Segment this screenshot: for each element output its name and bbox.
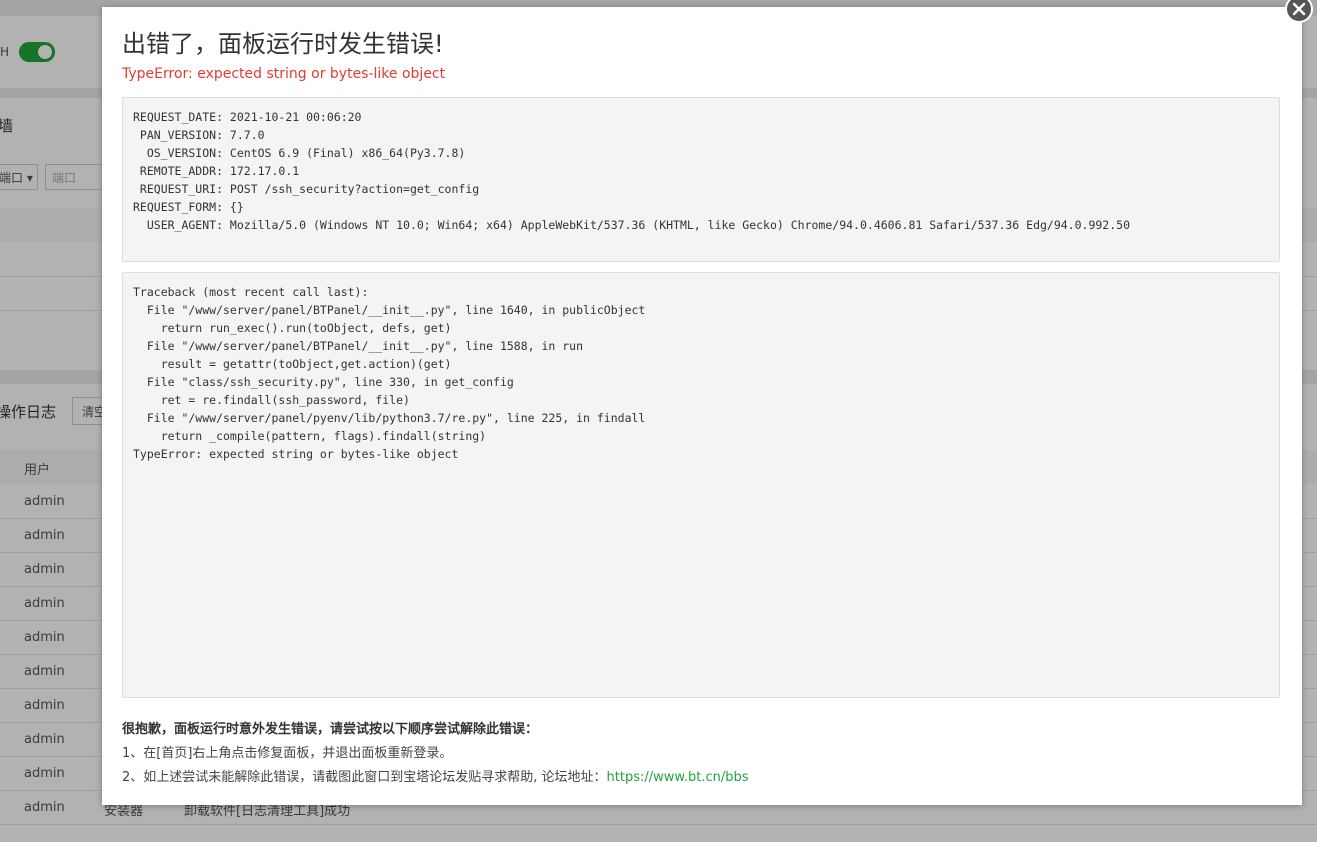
modal-title: 出错了，面板运行时发生错误! bbox=[122, 30, 444, 58]
traceback-line: return _compile(pattern, flags).findall(… bbox=[133, 429, 487, 443]
traceback-line: File "/www/server/panel/BTPanel/__init__… bbox=[133, 339, 584, 353]
error-modal: 出错了，面板运行时发生错误! TypeError: expected strin… bbox=[102, 7, 1302, 805]
traceback-line: TypeError: expected string or bytes-like… bbox=[133, 447, 459, 461]
request-info-line: REQUEST_DATE: 2021-10-21 00:06:20 bbox=[133, 110, 362, 124]
traceback-line: return run_exec().run(toObject, defs, ge… bbox=[133, 321, 452, 335]
request-info-line: OS_VERSION: CentOS 6.9 (Final) x86_64(Py… bbox=[133, 146, 466, 160]
help-step-2: 2、如上述尝试未能解除此错误，请截图此窗口到宝塔论坛发贴寻求帮助, 论坛地址：h… bbox=[122, 766, 749, 785]
error-message: TypeError: expected string or bytes-like… bbox=[122, 66, 446, 82]
request-info-line: USER_AGENT: Mozilla/5.0 (Windows NT 10.0… bbox=[133, 218, 1130, 232]
help-step-1: 1、在[首页]右上角点击修复面板，并退出面板重新登录。 bbox=[122, 746, 453, 761]
traceback-box: Traceback (most recent call last): File … bbox=[122, 272, 1280, 698]
traceback-line: result = getattr(toObject,get.action)(ge… bbox=[133, 357, 452, 371]
help-step-2-text: 2、如上述尝试未能解除此错误，请截图此窗口到宝塔论坛发贴寻求帮助, 论坛地址： bbox=[122, 770, 607, 785]
traceback-line: ret = re.findall(ssh_password, file) bbox=[133, 393, 410, 407]
request-info-line: REQUEST_URI: POST /ssh_security?action=g… bbox=[133, 182, 480, 196]
traceback-line: File "/www/server/panel/BTPanel/__init__… bbox=[133, 303, 646, 317]
traceback-line: File "/www/server/panel/pyenv/lib/python… bbox=[133, 411, 646, 425]
request-info-box: REQUEST_DATE: 2021-10-21 00:06:20 PAN_VE… bbox=[122, 97, 1280, 262]
traceback-line: Traceback (most recent call last): bbox=[133, 285, 369, 299]
help-title: 很抱歉，面板运行时意外发生错误，请尝试按以下顺序尝试解除此错误： bbox=[122, 722, 539, 737]
request-info-line: REMOTE_ADDR: 172.17.0.1 bbox=[133, 164, 300, 178]
forum-link[interactable]: https://www.bt.cn/bbs bbox=[607, 770, 749, 785]
close-icon bbox=[1292, 2, 1306, 16]
request-info-line: REQUEST_FORM: {} bbox=[133, 200, 244, 214]
request-info-line: PAN_VERSION: 7.7.0 bbox=[133, 128, 265, 142]
traceback-line: File "class/ssh_security.py", line 330, … bbox=[133, 375, 514, 389]
